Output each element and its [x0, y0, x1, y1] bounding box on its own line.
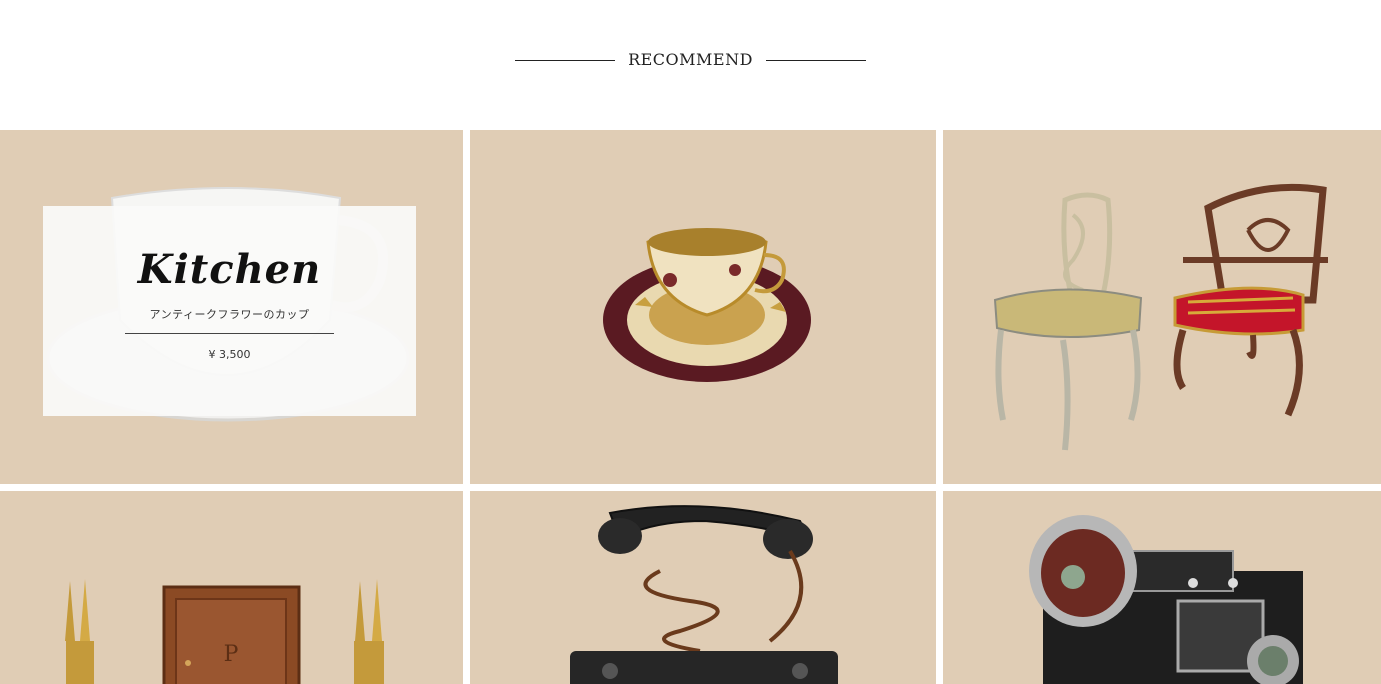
heading-line-right — [765, 59, 866, 61]
antique-chairs-image — [993, 183, 1328, 451]
product-name: アンティークフラワーのカップ — [149, 308, 310, 321]
product-category: Kitchen — [137, 246, 322, 293]
product-tile-floral-teacup[interactable]: Kitchen アンティークフラワーのカップ ¥ 3,500 — [0, 130, 463, 484]
product-tile-camera[interactable] — [943, 491, 1381, 684]
vintage-camera-image — [1029, 515, 1303, 684]
antique-telephone-image — [570, 505, 838, 684]
product-info-card[interactable]: Kitchen アンティークフラワーのカップ ¥ 3,500 — [43, 206, 416, 416]
product-price: ¥ 3,500 — [208, 348, 251, 361]
product-tile-antique-chairs[interactable] — [943, 130, 1381, 484]
svg-text:P: P — [224, 642, 239, 667]
section-heading: RECOMMEND — [0, 44, 1381, 76]
section-title: RECOMMEND — [628, 50, 753, 69]
product-tile-cabinet-candlesticks[interactable]: P — [0, 491, 463, 684]
card-divider — [125, 333, 334, 334]
heading-line-left — [515, 59, 616, 61]
gold-burgundy-teacup-image — [603, 228, 811, 382]
product-tile-gold-teacup[interactable] — [470, 130, 936, 484]
wooden-cabinet-candlesticks-image: P — [65, 579, 384, 684]
product-tile-telephone[interactable] — [470, 491, 936, 684]
